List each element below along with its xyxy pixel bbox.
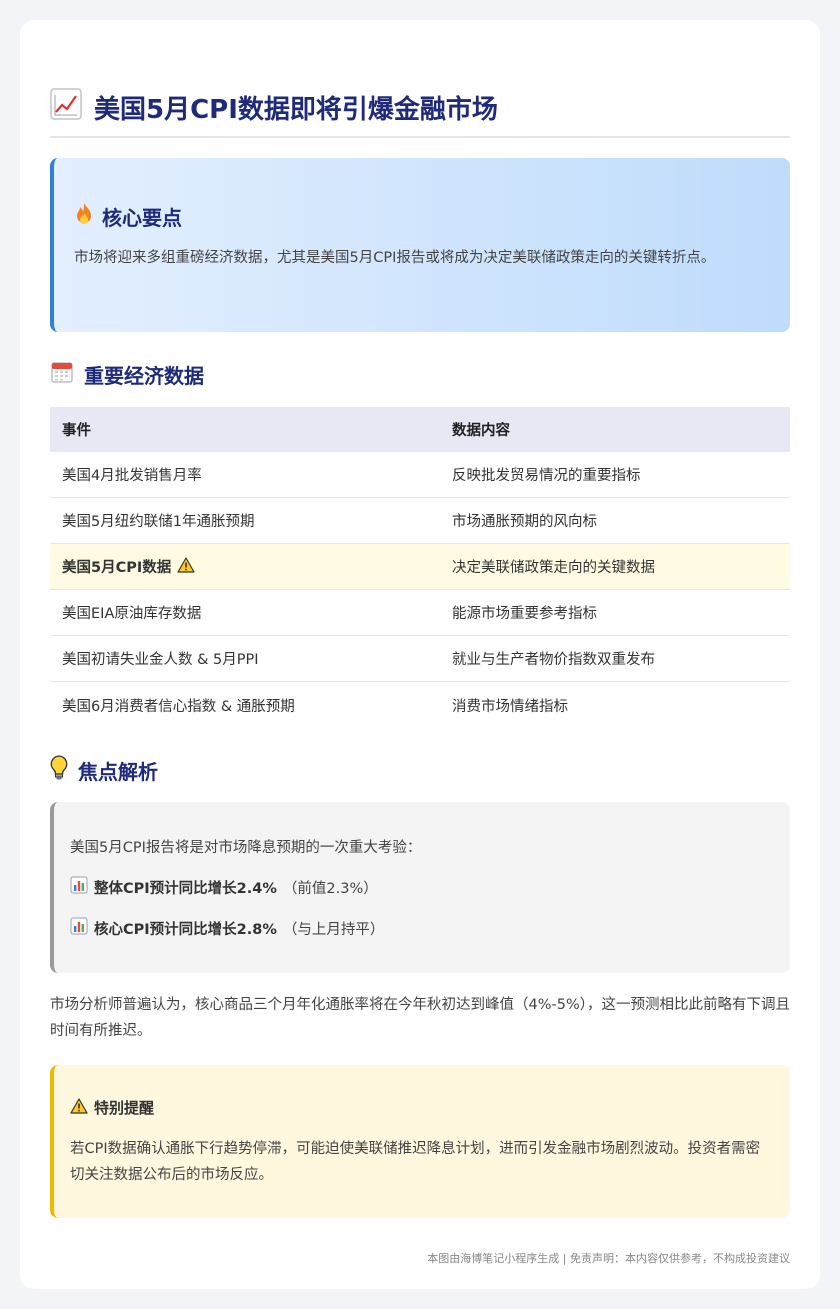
focus-section-heading-text: 焦点解析 [78, 760, 158, 784]
data-section-heading-text: 重要经济数据 [84, 364, 204, 388]
column-header-event: 事件 [62, 423, 91, 439]
table-row: 美国6月消费者信心指数 & 通胀预期 消费市场情绪指标 [50, 682, 790, 728]
row-content: 决定美联储政策走向的关键数据 [452, 560, 655, 576]
row-content: 就业与生产者物价指数双重发布 [452, 652, 655, 668]
row-content: 反映批发贸易情况的重要指标 [452, 468, 641, 484]
warning-heading: 特别提醒 [70, 1097, 772, 1118]
focus-item-note: （与上月持平） [282, 921, 385, 938]
analysis-paragraph: 市场分析师普遍认为，核心商品三个月年化通胀率将在今年秋初达到峰值（4%-5%），… [50, 997, 790, 1039]
focus-item-bold: 核心CPI预计同比增长2.8% [94, 921, 277, 938]
row-event: 美国EIA原油库存数据 [62, 606, 202, 622]
key-points-heading-text: 核心要点 [102, 206, 182, 230]
title-divider [50, 136, 790, 138]
column-header-content: 数据内容 [452, 423, 510, 439]
row-content: 能源市场重要参考指标 [452, 606, 597, 622]
warning-icon [177, 556, 195, 577]
lightbulb-icon [50, 755, 68, 786]
table-header-row: 事件 数据内容 [50, 407, 790, 452]
table-row: 美国初请失业金人数 & 5月PPI 就业与生产者物价指数双重发布 [50, 636, 790, 682]
bar-chart-icon [70, 876, 88, 898]
focus-item-bold: 整体CPI预计同比增长2.4% [94, 880, 277, 897]
calendar-icon [50, 360, 74, 389]
focus-intro: 美国5月CPI报告将是对市场降息预期的一次重大考验： [70, 839, 422, 856]
title-text: 美国5月CPI数据即将引爆金融市场 [94, 95, 498, 125]
key-points-heading: 核心要点 [74, 202, 768, 231]
warning-heading-text: 特别提醒 [94, 1099, 155, 1117]
focus-box: 美国5月CPI报告将是对市场降息预期的一次重大考验： 整体CPI预计同比增长2.… [50, 802, 790, 973]
economic-data-table: 事件 数据内容 美国4月批发销售月率 反映批发贸易情况的重要指标 美国5月纽约联… [50, 407, 790, 728]
row-event-highlighted: 美国5月CPI数据 [50, 556, 440, 577]
row-event-text: 美国5月CPI数据 [62, 560, 172, 576]
report-card: 美国5月CPI数据即将引爆金融市场 核心要点 市场将迎来多组重磅经济数据，尤其是… [20, 20, 820, 1289]
data-section-heading: 重要经济数据 [50, 360, 204, 389]
row-content: 市场通胀预期的风向标 [452, 514, 597, 530]
table-row: 美国4月批发销售月率 反映批发贸易情况的重要指标 [50, 452, 790, 498]
focus-item: 整体CPI预计同比增长2.4% （前值2.3%） [70, 876, 772, 898]
row-event: 美国4月批发销售月率 [62, 468, 202, 484]
chart-up-icon [50, 88, 82, 127]
warning-box: 特别提醒 若CPI数据确认通胀下行趋势停滞，可能迫使美联储推迟降息计划，进而引发… [50, 1065, 790, 1218]
key-points-box: 核心要点 市场将迎来多组重磅经济数据，尤其是美国5月CPI报告或将成为决定美联储… [50, 158, 790, 332]
row-content: 消费市场情绪指标 [452, 698, 568, 715]
focus-item-note: （前值2.3%） [282, 880, 378, 897]
row-event: 美国6月消费者信心指数 & 通胀预期 [62, 698, 295, 715]
footer-disclaimer: 本图由海博笔记小程序生成 | 免责声明：本内容仅供参考，不构成投资建议 [427, 1252, 790, 1265]
page-title: 美国5月CPI数据即将引爆金融市场 [50, 88, 790, 127]
table-row-highlighted: 美国5月CPI数据 决定美联储政策走向的关键数据 [50, 544, 790, 590]
table-row: 美国5月纽约联储1年通胀预期 市场通胀预期的风向标 [50, 498, 790, 544]
row-event: 美国5月纽约联储1年通胀预期 [62, 514, 255, 530]
warning-icon [70, 1097, 88, 1118]
warning-text: 若CPI数据确认通胀下行趋势停滞，可能迫使美联储推迟降息计划，进而引发金融市场剧… [70, 1141, 761, 1183]
focus-section-heading: 焦点解析 [50, 755, 158, 786]
table-row: 美国EIA原油库存数据 能源市场重要参考指标 [50, 590, 790, 636]
row-event: 美国初请失业金人数 & 5月PPI [62, 652, 259, 668]
fire-icon [74, 202, 94, 231]
key-points-text: 市场将迎来多组重磅经济数据，尤其是美国5月CPI报告或将成为决定美联储政策走向的… [74, 250, 716, 266]
focus-item: 核心CPI预计同比增长2.8% （与上月持平） [70, 917, 772, 939]
bar-chart-icon [70, 917, 88, 939]
